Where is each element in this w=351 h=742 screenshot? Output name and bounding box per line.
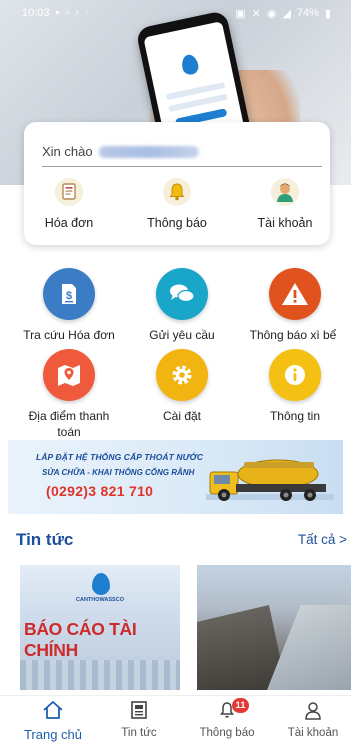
quick-notification[interactable]: Thông báo: [132, 178, 222, 230]
home-screen: 10:03 ▪ ▫ › · ▣ ✕ ◉ ◢ 74% ▮ Xin chào Hóa…: [0, 0, 351, 742]
map-pin-icon: [43, 349, 95, 401]
news-card-pipeline[interactable]: [197, 565, 351, 690]
gear-icon: [156, 349, 208, 401]
feature-tank-leak-report-label: Thông báo xì bể: [249, 328, 337, 342]
battery-icon: ▮: [324, 7, 331, 20]
nav-notifications[interactable]: 11 Thông báo: [192, 698, 262, 739]
news-card-image-text: BÁO CÁO TÀI CHÍNH: [24, 619, 137, 660]
feature-payment-locations-label: Địa điểm thanh toán: [28, 409, 110, 439]
user-name-redacted: [98, 145, 199, 158]
banner-line-1: LẮP ĐẶT HỆ THỐNG CẤP THOÁT NƯỚC: [36, 452, 204, 462]
feature-invoice-lookup-label: Tra cứu Hóa đơn: [23, 328, 115, 342]
feature-information-label: Thông tin: [269, 409, 321, 423]
news-card-brand: CANTHOWASSCO: [76, 597, 124, 603]
feature-send-request-label: Gửi yêu cầu: [149, 328, 215, 342]
banner-line-2: SỬA CHỮA - KHAI THÔNG CỐNG RÃNH: [42, 468, 195, 477]
feature-send-request[interactable]: Gửi yêu cầu: [127, 268, 237, 343]
feature-settings[interactable]: Cài đặt: [127, 349, 237, 424]
sewer-truck-icon: [206, 459, 334, 501]
status-time: 10:03: [22, 7, 50, 19]
newspaper-icon: [131, 701, 147, 719]
nav-account[interactable]: Tài khoản: [278, 700, 348, 739]
wassco-logo-icon: [92, 573, 110, 595]
image-icon: ▫: [65, 7, 70, 19]
nav-news[interactable]: Tin tức: [104, 700, 174, 739]
battery-level: 74%: [296, 7, 319, 19]
feature-payment-locations[interactable]: Địa điểm thanh toán: [14, 349, 124, 440]
service-banner[interactable]: LẮP ĐẶT HỆ THỐNG CẤP THOÁT NƯỚC SỬA CHỮA…: [8, 440, 343, 514]
dot-icon: ·: [85, 7, 89, 19]
mute-icon: ✕: [251, 7, 261, 20]
quick-account-label: Tài khoản: [257, 216, 313, 230]
feature-invoice-lookup[interactable]: $ Tra cứu Hóa đơn: [14, 268, 124, 343]
quick-invoice[interactable]: Hóa đơn: [24, 178, 114, 230]
divider: [42, 166, 322, 167]
news-section-title: Tin tức: [16, 530, 74, 549]
chat-bubble-icon: [156, 268, 208, 320]
feature-information[interactable]: Thông tin: [240, 349, 350, 424]
invoice-icon: [55, 178, 83, 206]
signal-icon: ◢: [282, 7, 291, 20]
warning-icon: [269, 268, 321, 320]
user-avatar-icon: [271, 178, 299, 206]
news-card-financial-report[interactable]: CANTHOWASSCO BÁO CÁO TÀI CHÍNH: [20, 565, 180, 690]
nav-notifications-label: Thông báo: [199, 727, 255, 739]
news-see-all-link[interactable]: Tất cả >: [298, 532, 347, 547]
bottom-navigation: Trang chủ Tin tức 11 Thông báo Tài khoản: [0, 695, 351, 742]
nav-news-label: Tin tức: [121, 727, 157, 739]
nav-home[interactable]: Trang chủ: [18, 700, 88, 742]
greeting-label: Xin chào: [42, 144, 93, 159]
greeting-card: Xin chào Hóa đơn Thông báo Tài khoản: [24, 122, 330, 245]
feature-settings-label: Cài đặt: [162, 409, 202, 423]
nav-account-label: Tài khoản: [287, 727, 339, 739]
message-icon: ▪: [55, 7, 60, 19]
bell-icon: [163, 178, 191, 206]
invoice-search-icon: $: [43, 268, 95, 320]
notification-count-badge: 11: [232, 698, 249, 713]
greeting: Xin chào: [42, 144, 199, 159]
wifi-icon: ◉: [266, 7, 277, 20]
info-icon: [269, 349, 321, 401]
home-icon: [43, 701, 63, 719]
notification-icon: ▣: [235, 7, 246, 20]
quick-notification-label: Thông báo: [147, 216, 207, 230]
banner-phone: (0292)3 821 710: [46, 483, 154, 499]
status-bar: 10:03 ▪ ▫ › · ▣ ✕ ◉ ◢ 74% ▮: [0, 0, 351, 26]
nav-home-label: Trang chủ: [23, 727, 83, 742]
svg-text:$: $: [66, 290, 72, 302]
user-icon: [305, 702, 321, 720]
arrow-icon: ›: [75, 7, 80, 19]
quick-invoice-label: Hóa đơn: [44, 216, 94, 230]
feature-tank-leak-report[interactable]: Thông báo xì bể: [240, 268, 350, 343]
quick-account[interactable]: Tài khoản: [240, 178, 330, 230]
